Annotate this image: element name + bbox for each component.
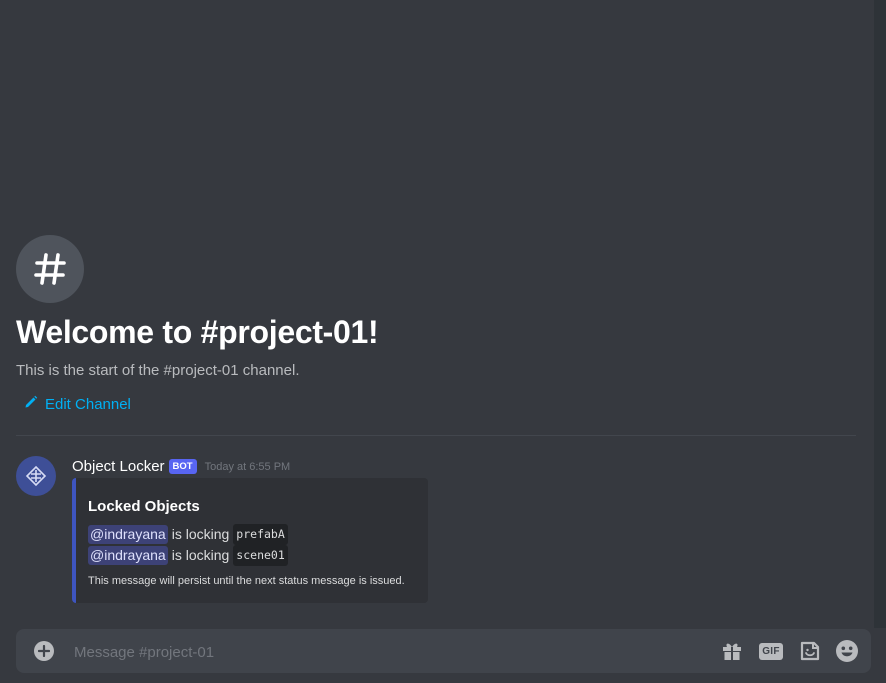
message-header: Object Locker BOT Today at 6:55 PM — [72, 458, 290, 475]
page-title: Welcome to #project-01! — [16, 314, 379, 350]
message-composer: GIF — [16, 629, 871, 675]
gif-icon[interactable]: GIF — [759, 639, 783, 663]
embed-line-text: is locking — [171, 547, 230, 563]
channel-start-text: This is the start of the #project-01 cha… — [16, 362, 300, 379]
pencil-icon — [24, 395, 38, 413]
user-mention[interactable]: @indrayana — [88, 525, 168, 544]
divider — [16, 435, 856, 436]
gift-icon[interactable] — [720, 639, 744, 663]
message-input[interactable] — [72, 629, 636, 675]
username[interactable]: Object Locker — [72, 458, 165, 475]
plus-circle-icon[interactable] — [34, 641, 54, 661]
object-code: scene01 — [233, 545, 288, 566]
emoji-icon[interactable] — [835, 639, 859, 663]
embed-title: Locked Objects — [88, 498, 200, 515]
channel-welcome: Welcome to #project-01! This is the star… — [16, 235, 856, 413]
edit-channel-label: Edit Channel — [45, 395, 131, 413]
bot-tag: BOT — [168, 459, 197, 474]
embed-footer: This message will persist until the next… — [88, 575, 405, 587]
edit-channel-button[interactable]: Edit Channel — [24, 395, 131, 413]
user-mention[interactable]: @indrayana — [88, 546, 168, 565]
embed-line: @indrayana is locking prefabA — [88, 524, 416, 545]
gif-label: GIF — [759, 642, 783, 660]
embed: Locked Objects @indrayana is locking pre… — [72, 478, 428, 603]
embed-line: @indrayana is locking scene01 — [88, 545, 416, 566]
object-code: prefabA — [233, 524, 288, 545]
embed-line-text: is locking — [171, 526, 230, 542]
timestamp: Today at 6:55 PM — [204, 460, 291, 473]
scrollbar[interactable] — [874, 0, 886, 628]
sticker-icon[interactable] — [798, 639, 822, 663]
hash-icon — [16, 235, 84, 303]
bot-avatar-icon[interactable] — [16, 456, 56, 496]
